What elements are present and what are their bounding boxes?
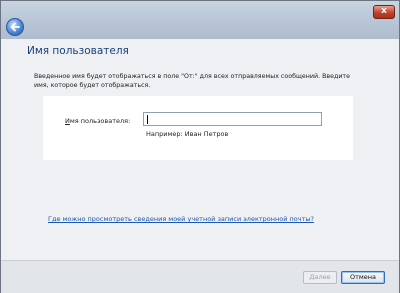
page-title: Имя пользователя [27, 45, 129, 57]
account-info-help-link[interactable]: Где можно просмотреть сведения моей учет… [48, 215, 314, 223]
wizard-content: Имя пользователя Введенное имя будет ото… [1, 39, 399, 260]
text-caret [147, 115, 148, 124]
back-arrow-icon [10, 22, 20, 32]
title-bar: x [1, 1, 399, 39]
next-button[interactable]: Далее [303, 271, 337, 284]
username-label: Имя пользователя: [65, 117, 130, 125]
page-description: Введенное имя будет отображаться в поле … [34, 73, 350, 89]
back-button[interactable] [6, 18, 24, 36]
username-hint: Например: Иван Петров [146, 130, 229, 138]
username-label-text: мя пользователя: [69, 117, 131, 125]
close-button[interactable]: x [373, 5, 395, 19]
wizard-window: x Имя пользователя Введенное имя будет о… [0, 0, 400, 293]
cancel-button[interactable]: Отмена [341, 271, 385, 284]
username-input[interactable] [143, 112, 322, 126]
button-bar: Далее Отмена [1, 260, 399, 293]
close-icon: x [381, 6, 387, 16]
input-panel [43, 96, 353, 160]
